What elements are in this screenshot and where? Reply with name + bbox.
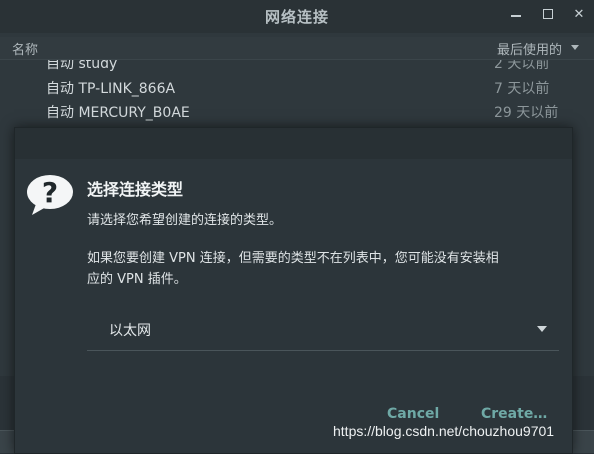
cancel-button[interactable]: Cancel <box>387 406 439 422</box>
connection-type-select[interactable]: 以太网 <box>87 314 559 351</box>
minimize-button[interactable] <box>505 5 527 25</box>
connection-row[interactable]: 自动 TP-LINK_866A 7 天以前 <box>0 75 594 101</box>
minimize-icon <box>511 15 521 17</box>
question-icon: ? <box>27 175 73 215</box>
create-button[interactable]: Create… <box>481 406 547 422</box>
connection-type-value: 以太网 <box>109 323 151 339</box>
dialog-subtitle: 请选择您希望创建的连接的类型。 <box>87 213 283 228</box>
watermark-url: https://blog.csdn.net/chouzhou9701 <box>333 423 555 439</box>
sort-descending-icon <box>571 45 579 50</box>
connection-last-used: 7 天以前 <box>494 81 550 97</box>
window-titlebar[interactable]: 网络连接 ✕ <box>0 0 594 33</box>
connection-row[interactable]: 自动 MERCURY_B0AE 29 天以前 <box>0 99 594 125</box>
connection-name: 自动 MERCURY_B0AE <box>46 105 190 121</box>
dialog-title: 选择连接类型 <box>87 180 184 199</box>
dialog-header <box>15 128 572 159</box>
maximize-icon <box>543 9 553 19</box>
close-icon: ✕ <box>573 7 585 22</box>
connection-name: 自动 TP-LINK_866A <box>46 81 176 97</box>
close-button[interactable]: ✕ <box>568 5 590 25</box>
choose-connection-type-dialog: ? 选择连接类型 请选择您希望创建的连接的类型。 如果您要创建 VPN 连接，但… <box>14 127 573 454</box>
maximize-button[interactable] <box>537 5 559 25</box>
dialog-description: 如果您要创建 VPN 连接，但需要的类型不在列表中，您可能没有安装相应的 VPN… <box>87 251 499 287</box>
list-header: 名称 最后使用的 <box>0 37 594 60</box>
column-header-name[interactable]: 名称 <box>12 39 38 58</box>
column-header-last-used[interactable]: 最后使用的 <box>497 39 562 58</box>
svg-text:?: ? <box>42 176 58 209</box>
chevron-down-icon[interactable] <box>537 326 547 332</box>
connection-last-used: 29 天以前 <box>494 105 559 121</box>
